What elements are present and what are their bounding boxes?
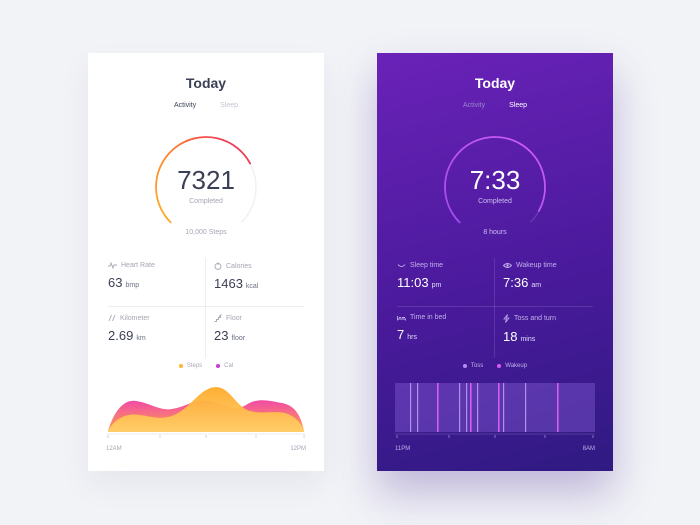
toss-bar [459, 383, 461, 432]
sleep-card: Today Activity Sleep 7:33 Completed 8 ho… [377, 53, 613, 471]
stat-label: Wakeup time [516, 262, 557, 269]
wakeup-time-icon [503, 263, 512, 268]
tab-sleep[interactable]: Sleep [220, 102, 238, 109]
activity-card: Today Activity Sleep 7321 Completed 10,0… [88, 53, 324, 471]
toss-bar [525, 383, 527, 432]
x-axis-ticks [396, 435, 594, 438]
tab-bar: Activity Sleep [377, 102, 613, 109]
chart-legend: Toss Wakeup [377, 363, 613, 369]
stat-unit: floor [231, 335, 246, 342]
stat-unit: bmp [125, 282, 140, 289]
axis-end-label: 8AM [582, 446, 595, 452]
axis-end-label: 12PM [290, 446, 306, 452]
legend-label: Cal [224, 363, 234, 369]
axis-start-label: 11PM [395, 446, 411, 452]
stat-value: 7:36 [503, 275, 529, 290]
toss-bar [477, 383, 479, 432]
stat-label: Floor [226, 314, 242, 322]
stat-heart-rate[interactable]: Heart Rate 63 bmp [108, 258, 206, 308]
steps-goal: 10,000 Steps [185, 229, 227, 236]
toss-bar [466, 383, 468, 432]
sleep-bar-chart[interactable] [395, 381, 595, 443]
toss-dot-icon [462, 364, 467, 368]
wakeup-bar [498, 383, 500, 432]
stat-label: Calories [226, 262, 252, 270]
stat-label: Toss and turn [514, 315, 557, 322]
stat-value: 63 [108, 275, 123, 290]
completed-label: Completed [478, 198, 512, 205]
wakeup-bar [557, 383, 559, 432]
legend-label: Toss [470, 363, 484, 369]
wakeup-dot-icon [497, 364, 502, 368]
heart-rate-icon [108, 262, 117, 269]
completed-label: Completed [189, 198, 223, 205]
stat-wakeup-time[interactable]: Wakeup time 7:36 am [503, 258, 601, 308]
kilometer-icon [108, 314, 116, 322]
stat-label: Time in bed [410, 314, 447, 321]
stat-calories[interactable]: Calories 1463 kcal [214, 258, 312, 308]
stat-unit: hrs [407, 334, 417, 341]
stat-unit: am [531, 282, 542, 289]
stat-unit: kcal [245, 283, 259, 290]
axis-start-label: 12AM [106, 446, 122, 452]
tab-bar: Activity Sleep [88, 102, 324, 109]
legend-cal[interactable]: Cal [216, 363, 233, 369]
legend-wakeup[interactable]: Wakeup [497, 363, 527, 369]
toss-bar [503, 383, 505, 432]
steps-dot-icon [178, 364, 183, 368]
stat-label: Sleep time [410, 262, 444, 269]
sleep-duration-value: 7:33 [469, 165, 521, 195]
legend-label: Wakeup [505, 363, 528, 369]
stat-value: 23 [214, 328, 229, 343]
stat-kilometer[interactable]: Kilometer 2.69 km [108, 310, 206, 360]
tab-sleep[interactable]: Sleep [509, 102, 527, 109]
wakeup-bar [437, 383, 439, 432]
activity-area-chart[interactable] [106, 381, 306, 443]
legend-steps[interactable]: Steps [178, 363, 203, 369]
steps-value: 7321 [177, 165, 235, 195]
stats-grid: Sleep time 11:03 pm Wakeup time 7:36 am Ti… [397, 258, 593, 358]
stat-value: 18 [503, 329, 518, 344]
toss-and-turn-icon [503, 314, 510, 323]
page-title: Today [474, 75, 516, 91]
stat-unit: mins [520, 336, 536, 343]
toss-bar [417, 383, 419, 432]
stat-time-in-bed[interactable]: Time in bed 7 hrs [397, 310, 495, 360]
stat-label: Heart Rate [121, 262, 155, 269]
x-axis-ticks [107, 435, 305, 438]
tab-activity[interactable]: Activity [174, 102, 196, 109]
toss-bar [410, 383, 412, 432]
stat-toss-and-turn[interactable]: Toss and turn 18 mins [503, 310, 601, 360]
cal-dot-icon [216, 364, 221, 368]
legend-label: Steps [186, 363, 203, 369]
stat-value: 11:03 [397, 275, 429, 290]
page-title: Today [185, 75, 227, 91]
sleep-time-icon [397, 263, 406, 267]
wakeup-bar [470, 383, 472, 432]
stat-sleep-time[interactable]: Sleep time 11:03 pm [397, 258, 495, 308]
stats-grid: Heart Rate 63 bmp Calories 1463 kcal Kilom… [108, 258, 304, 358]
tab-activity[interactable]: Activity [463, 102, 485, 109]
stat-value: 2.69 [108, 328, 134, 343]
stat-unit: pm [431, 282, 442, 289]
legend-toss[interactable]: Toss [462, 363, 484, 369]
calories-icon [214, 262, 222, 270]
time-in-bed-icon [397, 315, 406, 320]
stat-floor[interactable]: Floor 23 floor [214, 310, 312, 360]
stat-value: 7 [397, 327, 405, 342]
chart-legend: Steps Cal [88, 363, 324, 369]
stat-value: 1463 [214, 276, 243, 291]
floor-icon [214, 314, 222, 322]
stat-unit: km [136, 335, 146, 342]
stat-label: Kilometer [120, 314, 150, 322]
sleep-band [395, 383, 595, 432]
sleep-goal: 8 hours [483, 229, 507, 236]
